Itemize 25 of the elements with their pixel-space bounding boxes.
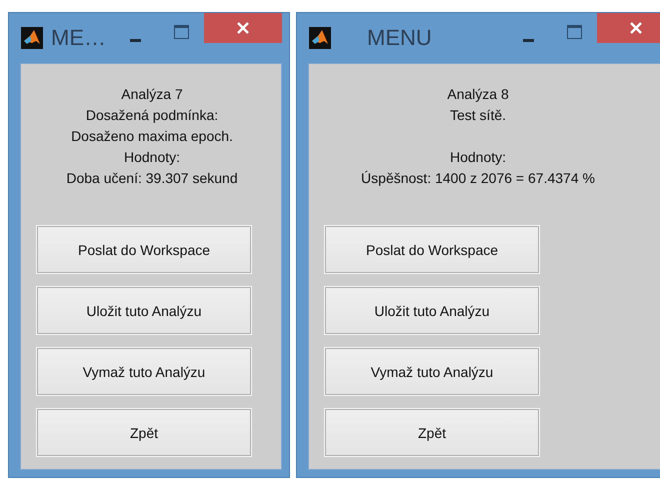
action-button[interactable]: Vymaž tuto Analýzu [37,348,251,395]
close-button[interactable] [204,13,282,43]
action-button[interactable]: Zpět [325,409,539,456]
action-button[interactable]: Zpět [37,409,251,456]
action-button[interactable]: Poslat do Workspace [325,226,539,273]
close-icon [630,22,642,34]
window-title: ME… [51,25,107,51]
action-button[interactable]: Vymaž tuto Analýzu [325,348,539,395]
info-text: Test sítě. [448,106,508,125]
info-text: Hodnoty: [448,148,508,167]
info-text: Úspěšnost: 1400 z 2076 = 67.4374 % [360,169,596,188]
info-text: Dosaženo maxima epoch. [70,127,234,146]
info-text: Hodnoty: [122,148,182,167]
info-text: Doba učení: 39.307 sekund [65,169,239,188]
window-title: MENU [366,25,433,51]
action-button[interactable]: Uložit tuto Analýzu [325,287,539,334]
info-text: Analýza 7 [120,85,184,104]
app-icon [21,27,43,49]
close-icon [237,22,249,34]
action-button[interactable]: Uložit tuto Analýzu [37,287,251,334]
info-text: Analýza 8 [446,85,510,104]
close-button[interactable] [597,13,660,43]
action-button[interactable]: Poslat do Workspace [37,226,251,273]
info-text: Dosažená podmínka: [84,106,220,125]
app-icon [309,27,331,49]
